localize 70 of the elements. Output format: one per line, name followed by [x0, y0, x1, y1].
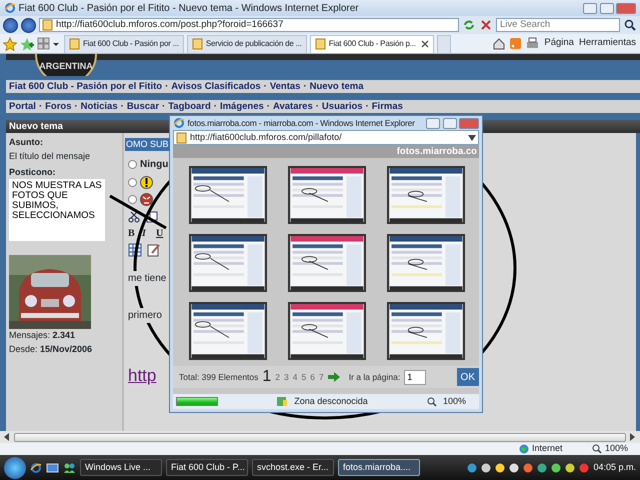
tab[interactable]: Servicio de publicación de ... — [186, 34, 307, 52]
radio-label: Ningu — [140, 157, 168, 172]
address-field[interactable]: http://fiat600club.mforos.com/post.php?foroid=166637 — [39, 18, 459, 32]
separator: · — [366, 101, 369, 112]
separator: · — [38, 101, 42, 112]
zone-label: Zona desconocida — [294, 394, 368, 408]
nav-link[interactable]: Usuarios — [322, 101, 363, 112]
separator: · — [303, 81, 307, 92]
menu-button[interactable]: Herramientas — [578, 35, 637, 52]
page-link[interactable]: 6 — [310, 370, 315, 384]
nav-link[interactable]: Nuevo tema — [310, 81, 364, 92]
nav-link[interactable]: Noticias — [80, 101, 118, 112]
user-stat: Desde: 15/Nov/2006 — [9, 342, 94, 356]
format-button[interactable]: U — [156, 226, 168, 240]
menu-button[interactable]: Página — [543, 35, 575, 52]
nav-link[interactable]: Tagboard — [168, 101, 211, 112]
tab[interactable]: Fiat 600 Club - Pasión por ... — [64, 34, 184, 52]
page-input[interactable]: 1 — [404, 370, 426, 384]
separator: · — [162, 101, 166, 112]
subject-field[interactable]: OMO SUB — [125, 138, 170, 151]
window-title: fotos.miarroba.com - miarroba.com - Windows Internet Explorer — [188, 116, 415, 130]
taskbar-button[interactable]: Fiat 600 Club - P... — [166, 459, 248, 476]
nav-link[interactable]: Avatares — [272, 101, 313, 112]
annotation-note: NOS MUESTRA LAS FOTOS QUE SUBIMOS, SELECCIONAMOS — [9, 179, 105, 241]
nav-link[interactable]: Portal — [9, 101, 36, 112]
goto-label: Ir a la página: — [348, 370, 400, 384]
format-button[interactable]: B — [128, 226, 140, 240]
field-hint: El título del mensaje — [9, 150, 92, 163]
site-name: fotos.miarroba.co — [396, 146, 477, 157]
nav-link[interactable]: Fiat 600 Club - Pasión por el Fitito — [9, 81, 162, 92]
separator: · — [266, 101, 270, 112]
separator: · — [214, 101, 217, 112]
page-link[interactable]: 3 — [284, 370, 289, 384]
separator: · — [74, 101, 78, 112]
taskbar-button[interactable]: fotos.miarroba.... — [338, 459, 420, 476]
address-field[interactable]: http://fiat600club.mforos.com/pillafoto/ — [173, 130, 479, 145]
total-count: Total: 399 Elementos — [179, 370, 258, 384]
zoom-level[interactable]: 100% — [442, 394, 466, 408]
tab[interactable]: Fiat 600 Club - Pasión p... — [310, 34, 434, 52]
nav-link[interactable]: Avisos Clasificados — [171, 81, 261, 92]
page-link[interactable]: 5 — [302, 370, 306, 384]
window-title: Fiat 600 Club - Pasión por el Fitito - Nuevo tema - Windows Internet Explorer — [18, 2, 360, 16]
message-text: me tiene — [128, 271, 166, 286]
message-text: primero — [128, 308, 162, 323]
separator: · — [264, 81, 267, 92]
separator: · — [165, 81, 168, 92]
nav-link[interactable]: Imágenes — [220, 101, 264, 112]
user-stat: Mensajes: 2.341 — [9, 329, 76, 342]
nav-link[interactable]: Buscar — [126, 101, 160, 112]
search-field[interactable]: Live Search — [496, 18, 620, 32]
format-button[interactable]: I — [142, 226, 154, 240]
clock: 04:05 p.m. — [593, 460, 636, 474]
field-label: Asunto: — [9, 136, 44, 149]
zone-label: Internet — [532, 442, 562, 456]
page-link[interactable]: 4 — [292, 370, 298, 384]
page-link[interactable]: 7 — [318, 370, 324, 384]
nav-link[interactable]: Firmas — [372, 101, 403, 112]
page-link[interactable]: 2 — [275, 370, 280, 384]
link[interactable]: http — [128, 363, 156, 388]
separator: · — [316, 101, 319, 112]
separator: · — [120, 101, 124, 112]
taskbar-button[interactable]: Windows Live ... — [80, 459, 162, 476]
nav-link[interactable]: Ventas — [270, 81, 300, 92]
page-link[interactable]: 1 — [262, 365, 272, 389]
zoom-level[interactable]: 100% — [604, 442, 628, 456]
ok-button[interactable]: OK — [456, 368, 479, 386]
logo: ARGENTINA — [34, 54, 98, 76]
nav-link[interactable]: Foros — [45, 101, 72, 112]
taskbar-button[interactable]: svchost.exe - Er... — [252, 459, 334, 476]
field-label: Posticono: — [9, 166, 56, 178]
